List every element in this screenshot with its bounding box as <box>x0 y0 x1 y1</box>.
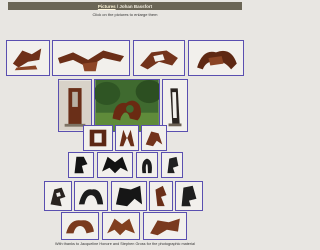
sculpture-photo <box>75 182 107 210</box>
artist-name: Johan Bassfort <box>119 3 153 9</box>
sculpture-thumbnail[interactable] <box>188 40 244 76</box>
sculpture-thumbnail[interactable] <box>6 40 50 76</box>
sculpture-photo <box>84 126 112 150</box>
sculpture-photo <box>112 182 146 210</box>
sculpture-photo <box>116 126 138 150</box>
sculpture-photo <box>150 182 172 210</box>
sculpture-thumbnail[interactable] <box>136 152 158 178</box>
sculpture-thumbnail[interactable] <box>83 125 113 151</box>
sculpture-thumbnail[interactable] <box>175 181 203 211</box>
sculpture-photo <box>144 213 186 239</box>
sculpture-thumbnail[interactable] <box>68 152 94 178</box>
sculpture-photo <box>7 41 49 75</box>
sculpture-photo <box>59 80 91 131</box>
sculpture-photo <box>176 182 202 210</box>
sculpture-photo <box>98 153 132 177</box>
credits-text: With thanks to Jacqueline Honore and Ste… <box>55 242 195 246</box>
instructions-text: Click on the pictures to enlarge them <box>92 12 158 17</box>
sculpture-photo <box>103 213 139 239</box>
pictures-link[interactable]: Pictures <box>98 4 116 9</box>
sculpture-photo <box>142 126 166 150</box>
sculpture-thumbnail[interactable] <box>133 40 185 76</box>
sculpture-thumbnail[interactable] <box>115 125 139 151</box>
sculpture-photo <box>62 213 98 239</box>
sculpture-thumbnail[interactable] <box>161 152 183 178</box>
sculpture-thumbnail[interactable] <box>74 181 108 211</box>
page-title-bar: Pictures / Johan Bassfort <box>8 2 242 10</box>
sculpture-thumbnail[interactable] <box>44 181 72 211</box>
sculpture-thumbnail[interactable] <box>143 212 187 240</box>
sculpture-thumbnail[interactable] <box>102 212 140 240</box>
sculpture-photo <box>162 153 182 177</box>
sculpture-thumbnail[interactable] <box>97 152 133 178</box>
sculpture-photo <box>134 41 184 75</box>
sculpture-photo <box>163 81 187 130</box>
sculpture-photo <box>95 80 159 131</box>
sculpture-thumbnail[interactable] <box>61 212 99 240</box>
sculpture-photo <box>54 41 128 75</box>
sculpture-thumbnail[interactable] <box>52 40 130 76</box>
sculpture-thumbnail[interactable] <box>141 125 167 151</box>
sculpture-thumbnail[interactable] <box>111 181 147 211</box>
sculpture-photo <box>137 153 157 177</box>
sculpture-photo <box>189 41 243 75</box>
sculpture-photo <box>45 182 71 210</box>
sculpture-photo <box>69 153 93 177</box>
sculpture-thumbnail[interactable] <box>149 181 173 211</box>
